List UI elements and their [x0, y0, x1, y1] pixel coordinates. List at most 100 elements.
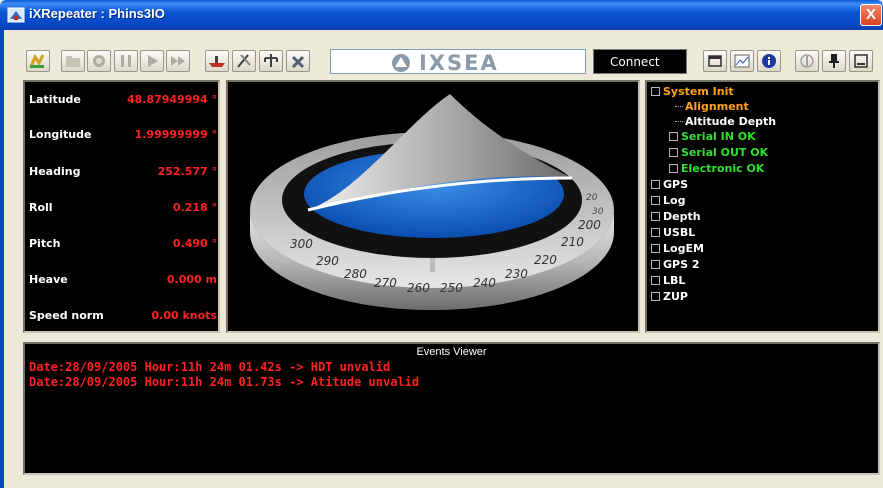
heave-label: Heave [29, 273, 68, 286]
tree-item-label: GPS 2 [663, 258, 700, 271]
play-button[interactable] [140, 50, 164, 72]
pause-button[interactable] [114, 50, 138, 72]
tree-checkbox[interactable] [651, 276, 660, 285]
roll-row: Roll 0.218 ° [29, 201, 217, 217]
tree-connector [675, 106, 683, 107]
ship-icon [209, 56, 225, 67]
tree-item-zup[interactable]: ZUP [651, 290, 688, 304]
pitch-row: Pitch 0.490 ° [29, 237, 217, 253]
tree-item-label: Alignment [685, 100, 749, 113]
tree-checkbox[interactable] [651, 196, 660, 205]
tree-checkbox[interactable] [651, 292, 660, 301]
tools-icon [237, 54, 251, 68]
tools-button[interactable] [232, 50, 256, 72]
sound-icon [800, 54, 814, 68]
heave-value: 0.000 m [166, 273, 217, 286]
minimize-button[interactable] [849, 50, 873, 72]
ship-button[interactable] [205, 50, 229, 72]
tree-checkbox[interactable] [651, 228, 660, 237]
network-icon [264, 54, 278, 67]
events-title: Events Viewer [416, 346, 487, 358]
roll-label: Roll [29, 201, 53, 214]
tree-item-gps2[interactable]: GPS 2 [651, 258, 700, 272]
tick-220: 220 [534, 253, 557, 267]
folder-button[interactable] [61, 50, 85, 72]
speed-value: 0.00 knots [151, 309, 217, 322]
event-line: Date:28/09/2005 Hour:11h 24m 01.42s -> H… [29, 360, 391, 374]
settings-icon [291, 55, 305, 69]
heading-row: Heading 252.577 ° [29, 165, 217, 181]
tree-checkbox[interactable] [651, 212, 660, 221]
window-frame [0, 30, 4, 488]
tree-item-depth[interactable]: Depth [651, 210, 701, 224]
tree-checkbox[interactable] [651, 87, 660, 96]
record-icon [93, 55, 105, 67]
window-title: iXRepeater : Phins3IO [29, 6, 165, 21]
longitude-label: Longitude [29, 128, 92, 141]
tree-item-serial-in[interactable]: Serial IN OK [669, 130, 756, 144]
connect-button[interactable]: Connect [593, 49, 687, 74]
tree-checkbox[interactable] [669, 148, 678, 157]
logo-text: IXSEA [419, 51, 499, 75]
tick-200: 200 [578, 218, 601, 232]
tree-item-electronic[interactable]: Electronic OK [669, 162, 764, 176]
tree-item-label: ZUP [663, 290, 688, 303]
play-icon [148, 55, 158, 67]
tree-item-label: USBL [663, 226, 696, 239]
record-button[interactable] [87, 50, 111, 72]
network-button[interactable] [259, 50, 283, 72]
speed-row: Speed norm 0.00 knots [29, 309, 217, 325]
fast-forward-button[interactable] [166, 50, 190, 72]
event-line: Date:28/09/2005 Hour:11h 24m 01.73s -> A… [29, 375, 420, 389]
status-tree: System Init Alignment Altitude Depth Ser… [645, 80, 880, 333]
window-icon [708, 55, 722, 67]
tree-item-log[interactable]: Log [651, 194, 685, 208]
minimize-icon [854, 54, 868, 68]
tree-item-altitude-depth[interactable]: Altitude Depth [675, 115, 776, 129]
close-button[interactable]: X [860, 4, 882, 26]
chart-icon [734, 54, 750, 68]
open-button[interactable] [26, 50, 50, 72]
tree-item-logem[interactable]: LogEM [651, 242, 704, 256]
tree-item-label: Altitude Depth [685, 115, 777, 128]
ixsea-logo: IXSEA [330, 49, 586, 75]
latitude-value: 48.87949994 ° [126, 93, 217, 106]
tree-checkbox[interactable] [669, 132, 678, 141]
tree-checkbox[interactable] [651, 180, 660, 189]
sound-button[interactable] [795, 50, 819, 72]
tree-checkbox[interactable] [651, 244, 660, 253]
tree-item-label: Serial IN OK [681, 130, 756, 143]
tree-checkbox[interactable] [669, 164, 678, 173]
tick-280: 280 [344, 267, 367, 281]
events-viewer: Events Viewer Date:28/09/2005 Hour:11h 2… [23, 342, 880, 475]
tick-240: 240 [473, 276, 496, 290]
tree-item-serial-out[interactable]: Serial OUT OK [669, 146, 768, 160]
heading-value: 252.577 ° [157, 165, 217, 178]
pin-button[interactable] [822, 50, 846, 72]
tick-290: 290 [316, 254, 339, 268]
latitude-label: Latitude [29, 93, 81, 106]
info-icon [762, 54, 776, 68]
tree-item-lbl[interactable]: LBL [651, 274, 685, 288]
tick-300: 300 [290, 237, 313, 251]
tick-230: 230 [505, 267, 528, 281]
tree-item-label: Electronic OK [681, 162, 765, 175]
tick-back-30: 30 [592, 207, 604, 217]
open-icon [29, 53, 45, 68]
folder-icon [66, 56, 80, 67]
window-button[interactable] [703, 50, 727, 72]
compass-3d: 300 290 280 270 260 250 240 230 220 210 … [250, 94, 614, 310]
longitude-value: 1.99999999 ° [134, 128, 217, 141]
tree-item-usbl[interactable]: USBL [651, 226, 695, 240]
settings-button[interactable] [286, 50, 310, 72]
tree-item-label: LBL [663, 274, 686, 287]
tick-260: 260 [407, 281, 430, 295]
chart-button[interactable] [730, 50, 754, 72]
info-button[interactable] [757, 50, 781, 72]
tree-item-gps[interactable]: GPS [651, 178, 688, 192]
tree-item-alignment[interactable]: Alignment [675, 100, 749, 114]
tree-checkbox[interactable] [651, 260, 660, 269]
tree-item-system-init[interactable]: System Init [651, 85, 734, 99]
fast-forward-icon [171, 56, 185, 66]
pause-icon [121, 55, 131, 67]
